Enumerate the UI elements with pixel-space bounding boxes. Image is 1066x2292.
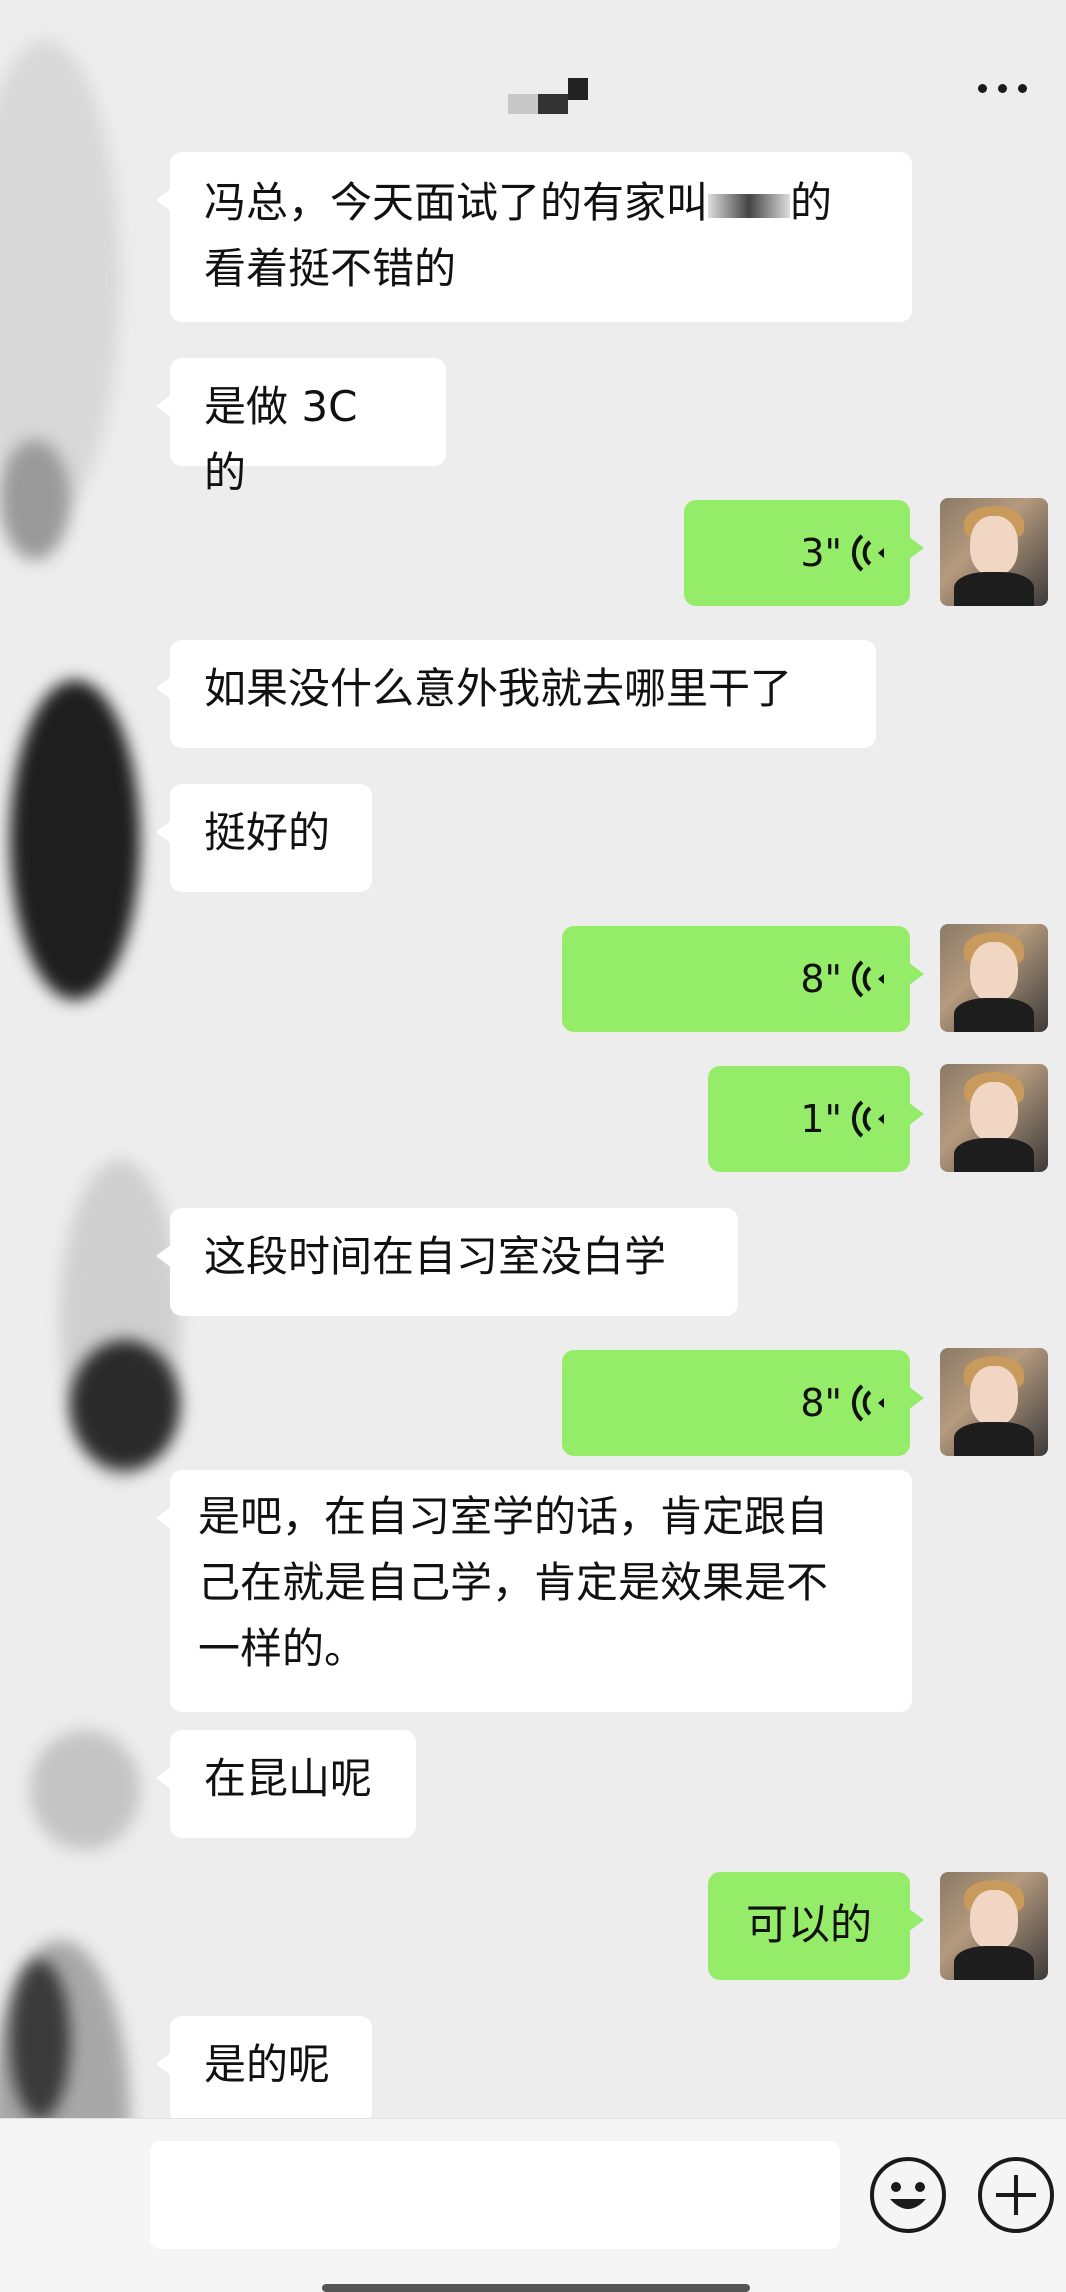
message-text: 在昆山呢 (204, 1754, 373, 1803)
blurred-avatar-column (0, 0, 180, 2292)
voice-message-outgoing[interactable]: 8" (562, 926, 924, 1032)
message-text: 己在就是自己学，肯定是效果是不 (198, 1558, 829, 1607)
voice-duration: 3" (800, 531, 842, 575)
voice-wave-icon (851, 960, 884, 998)
message-bubble-incoming[interactable]: 这段时间在自习室没白学 (156, 1208, 738, 1316)
message-bubble-incoming[interactable]: 冯总，今天面试了的有家叫 的 看着挺不错的 (156, 152, 912, 322)
message-bubble-incoming[interactable]: 是吧，在自习室学的话，肯定跟自 己在就是自己学，肯定是效果是不 一样的。 (156, 1470, 912, 1712)
message-text: 是吧，在自习室学的话，肯定跟自 (198, 1492, 829, 1541)
voice-message-outgoing[interactable]: 1" (708, 1066, 924, 1172)
message-text: 看着挺不错的 (204, 244, 457, 293)
voice-message-outgoing[interactable]: 3" (684, 500, 924, 606)
message-text: 是做 3C 的 (204, 382, 358, 497)
message-text: 一样的。 (198, 1624, 367, 1673)
voice-wave-icon (851, 1100, 884, 1138)
message-bubble-incoming[interactable]: 是做 3C 的 (156, 358, 446, 497)
user-avatar[interactable] (940, 1872, 1048, 1980)
user-avatar[interactable] (940, 1348, 1048, 1456)
message-text: 是的呢 (204, 2040, 331, 2089)
user-avatar[interactable] (940, 498, 1048, 606)
voice-duration: 8" (800, 1381, 842, 1425)
message-bubble-incoming[interactable]: 如果没什么意外我就去哪里干了 (156, 640, 876, 748)
user-avatar[interactable] (940, 1064, 1048, 1172)
home-indicator (322, 2284, 750, 2292)
message-text: 如果没什么意外我就去哪里干了 (204, 664, 793, 713)
message-text: 冯总，今天面试了的有家叫 (204, 178, 709, 227)
message-bubble-incoming[interactable]: 挺好的 (156, 784, 372, 892)
voice-message-outgoing[interactable]: 8" (562, 1350, 924, 1456)
message-bubble-outgoing[interactable]: 可以的 (708, 1872, 924, 1980)
message-text-suffix: 的 (790, 178, 833, 227)
voice-duration: 8" (800, 957, 842, 1001)
plus-icon[interactable] (978, 2157, 1054, 2233)
contact-name-redacted (500, 72, 590, 114)
message-input[interactable] (150, 2141, 840, 2249)
emoji-smile-icon[interactable] (870, 2157, 946, 2233)
redacted-name (708, 193, 791, 218)
message-text: 可以的 (745, 1900, 872, 1949)
voice-wave-icon (851, 1384, 884, 1422)
voice-duration: 1" (800, 1097, 842, 1141)
message-text: 这段时间在自习室没白学 (204, 1232, 667, 1281)
message-bubble-incoming[interactable]: 是的呢 (156, 2016, 372, 2124)
more-horizontal-icon[interactable] (976, 72, 1032, 102)
message-bubble-incoming[interactable]: 在昆山呢 (156, 1730, 416, 1838)
message-text: 挺好的 (204, 808, 331, 857)
voice-wave-icon (851, 534, 884, 572)
chat-input-bar (0, 2118, 1066, 2292)
user-avatar[interactable] (940, 924, 1048, 1032)
